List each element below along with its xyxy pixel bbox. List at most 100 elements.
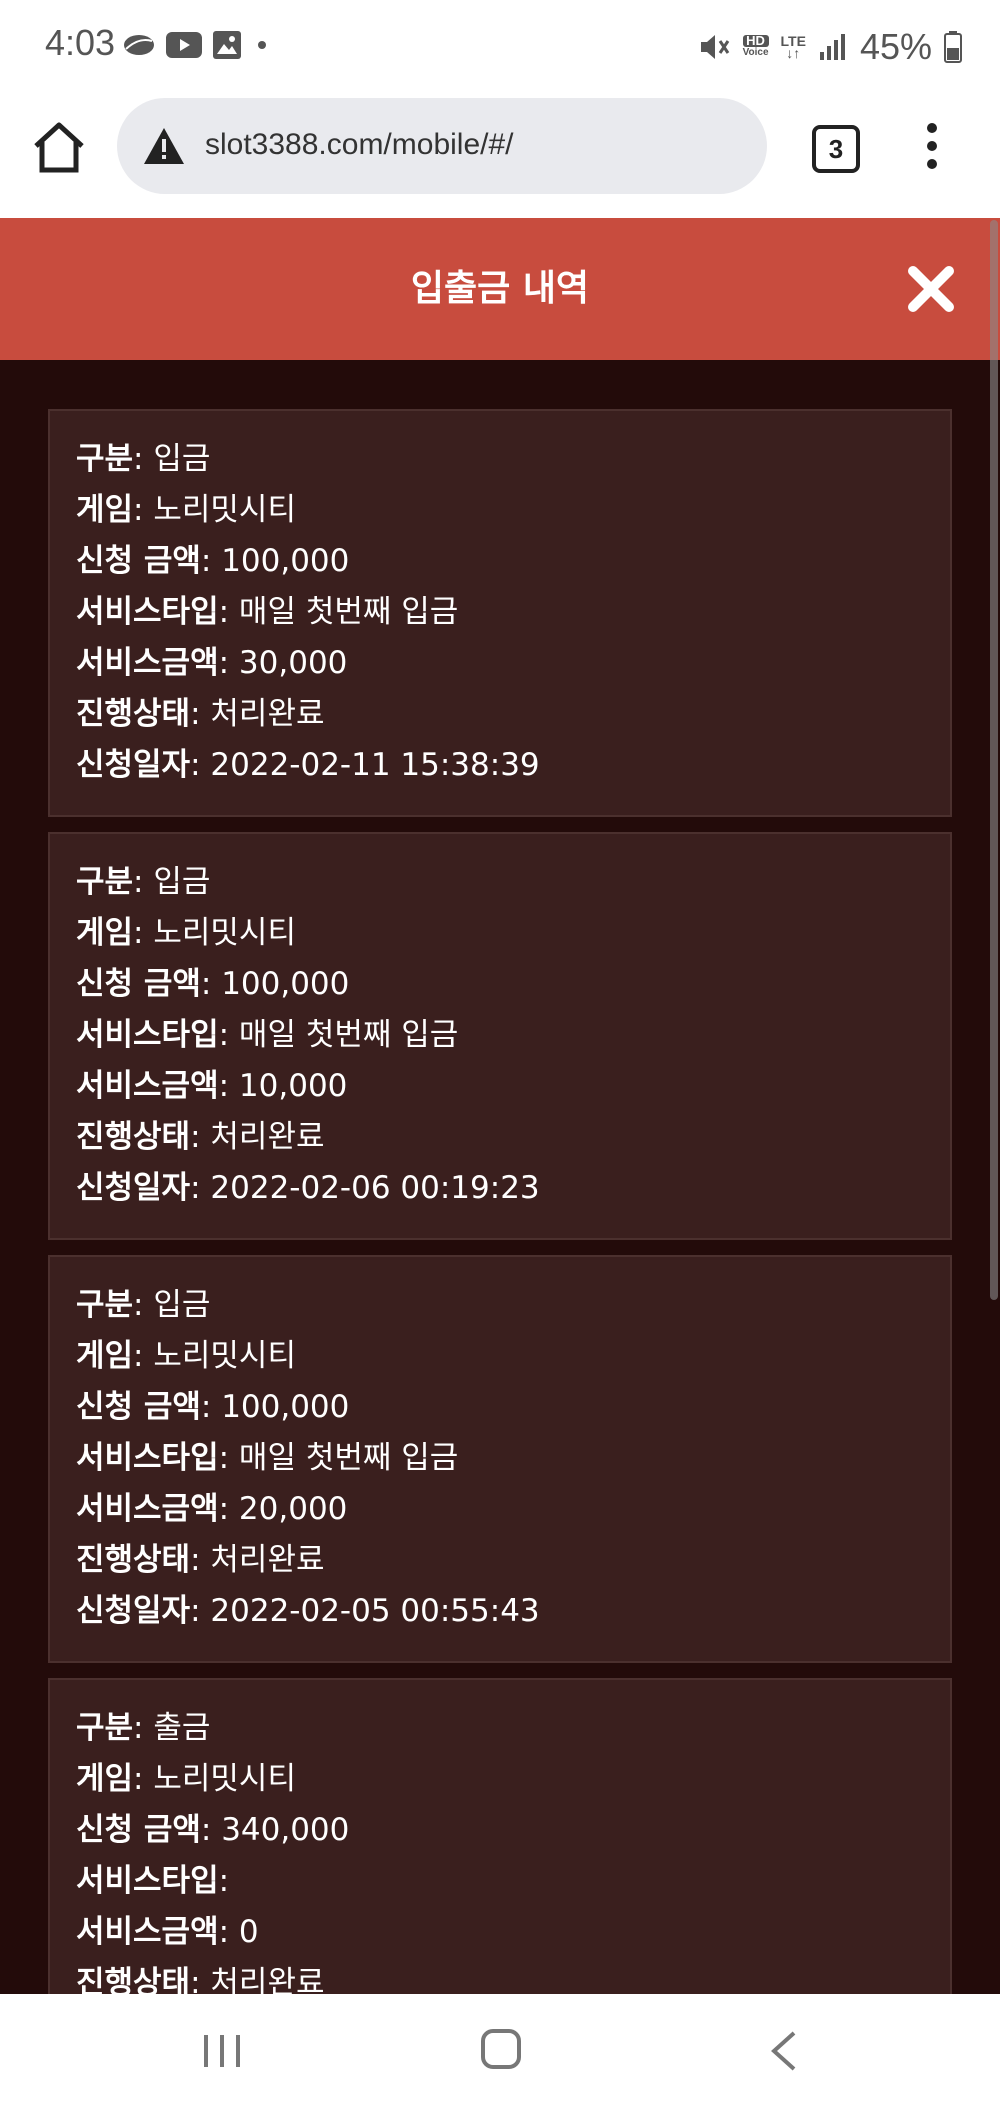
field-value: 2022-02-11 15:38:39 — [210, 747, 540, 783]
field-value: 100,000 — [221, 543, 350, 579]
home-nav-icon[interactable] — [481, 2029, 521, 2069]
field-value: 노리밋시티 — [153, 492, 296, 528]
field-label: 서비스금액 — [76, 645, 219, 681]
field-label: 게임 — [76, 1761, 134, 1797]
transaction-record: 구분: 입금 게임: 노리밋시티 신청 금액: 100,000 서비스타입: 매일 첫… — [48, 832, 952, 1240]
field-date: 신청일자: 2022-02-05 00:55:43 — [76, 1585, 540, 1630]
field-separator: : — [218, 1068, 239, 1104]
field-label: 신청 금액 — [76, 1389, 201, 1425]
status-time: 4:03 — [45, 22, 116, 63]
field-label: 신청 금액 — [76, 966, 201, 1002]
menu-dot — [927, 159, 937, 169]
field-label: 신청 금액 — [76, 1812, 201, 1848]
menu-dot — [927, 141, 937, 151]
home-icon[interactable] — [30, 118, 88, 176]
field-type: 구분: 입금 — [76, 433, 210, 478]
tab-switcher-button[interactable]: 3 — [812, 125, 860, 173]
field-separator: : — [190, 1593, 211, 1629]
field-label: 게임 — [76, 915, 134, 951]
field-game: 게임: 노리밋시티 — [76, 484, 296, 529]
field-value: 입금 — [153, 441, 211, 477]
field-amount: 신청 금액: 100,000 — [76, 535, 349, 580]
field-separator: : — [133, 492, 154, 528]
field-value: 처리완료 — [210, 1119, 325, 1155]
menu-dot — [927, 123, 937, 133]
field-value: 출금 — [153, 1710, 211, 1746]
field-game: 게임: 노리밋시티 — [76, 1330, 296, 1375]
modal-header: 입출금 내역 — [0, 218, 1000, 360]
browser-toolbar: slot3388.com/mobile/#/ 3 — [0, 95, 1000, 215]
field-amount: 신청 금액: 340,000 — [76, 1804, 349, 1849]
field-label: 서비스타입 — [76, 1017, 219, 1053]
field-service-type: 서비스타입: 매일 첫번째 입금 — [76, 1432, 458, 1477]
field-label: 게임 — [76, 1338, 134, 1374]
transaction-record: 구분: 입금게임: 노리밋시티신청 금액: 100,000 서비스타입: 매일 첫… — [48, 1255, 952, 1663]
field-date: 신청일자: 2022-02-11 15:38:39 — [76, 739, 540, 784]
transaction-list[interactable]: 구분: 입금 게임: 노리밋시티 신청 금액: 100,000 서비스타입: 매일 첫… — [0, 360, 1000, 1994]
field-label: 신청일자 — [76, 1593, 191, 1629]
field-separator: : — [133, 1287, 154, 1323]
field-label: 진행상태 — [76, 1119, 191, 1155]
warning-icon[interactable] — [142, 126, 186, 166]
overflow-menu-icon[interactable] — [920, 123, 944, 173]
field-label: 서비스타입 — [76, 1440, 219, 1476]
field-label: 신청 금액 — [76, 543, 201, 579]
field-value: 노리밋시티 — [153, 1338, 296, 1374]
signal-icon — [819, 34, 845, 60]
field-label: 구분 — [76, 1710, 134, 1746]
field-value: 340,000 — [221, 1812, 350, 1848]
field-separator: : — [218, 645, 239, 681]
url-text[interactable]: slot3388.com/mobile/#/ — [205, 128, 514, 162]
field-type: 구분: 출금 — [76, 1702, 210, 1747]
field-amount: 신청 금액: 100,000 — [76, 1381, 349, 1426]
battery-icon — [944, 31, 962, 63]
field-status: 진행상태: 처리완료 — [76, 1957, 325, 1994]
field-separator: : — [218, 1914, 239, 1950]
field-label: 진행상태 — [76, 1542, 191, 1578]
field-separator: : — [218, 1440, 239, 1476]
field-label: 서비스금액 — [76, 1068, 219, 1104]
field-value: 100,000 — [221, 1389, 350, 1425]
field-label: 서비스타입 — [76, 1863, 219, 1899]
field-service-amount: 서비스금액: 10,000 — [76, 1060, 347, 1105]
field-label: 진행상태 — [76, 696, 191, 732]
field-separator: : — [133, 441, 154, 477]
field-separator: : — [200, 543, 222, 579]
field-separator: : — [133, 1761, 154, 1797]
hd-voice-icon: HD Voice — [742, 34, 769, 59]
field-value: 0 — [238, 1914, 259, 1950]
modal-title: 입출금 내역 — [410, 268, 590, 309]
field-label: 신청일자 — [76, 1170, 191, 1206]
battery-percent: 45% — [859, 26, 932, 67]
transaction-record: 구분: 출금 게임: 노리밋시티 신청 금액: 340,000 서비스타입: 서비스금… — [48, 1678, 952, 1994]
field-service-type: 서비스타입: — [76, 1855, 229, 1900]
mute-icon — [700, 35, 729, 59]
back-icon[interactable] — [768, 2029, 798, 2073]
field-label: 서비스타입 — [76, 594, 219, 630]
field-separator: : — [190, 696, 211, 732]
field-value: 매일 첫번째 입금 — [238, 1017, 459, 1053]
field-separator: : — [133, 864, 154, 900]
leaf-notification-icon — [124, 35, 154, 55]
recent-apps-icon[interactable] — [202, 2033, 242, 2069]
field-separator: : — [200, 966, 222, 1002]
field-label: 구분 — [76, 441, 134, 477]
field-value: 처리완료 — [210, 1965, 325, 1994]
lte-icon: LTE ↓↑ — [781, 34, 806, 60]
field-label: 신청일자 — [76, 747, 191, 783]
scrollbar[interactable] — [990, 220, 998, 1300]
field-separator: : — [190, 747, 211, 783]
field-type: 구분: 입금 — [76, 1279, 210, 1324]
field-value: 10,000 — [238, 1068, 348, 1104]
field-game: 게임: 노리밋시티 — [76, 907, 296, 952]
field-separator: : — [200, 1812, 222, 1848]
field-value: 입금 — [153, 864, 211, 900]
field-value: 20,000 — [238, 1491, 348, 1527]
close-icon[interactable] — [905, 263, 957, 315]
address-bar[interactable]: slot3388.com/mobile/#/ — [117, 98, 767, 194]
voice-label: Voice — [742, 47, 769, 58]
field-date: 신청일자: 2022-02-06 00:19:23 — [76, 1162, 540, 1207]
notification-icons — [122, 30, 272, 60]
gallery-notification-icon — [213, 31, 241, 59]
transaction-record: 구분: 입금 게임: 노리밋시티 신청 금액: 100,000 서비스타입: 매일 첫… — [48, 409, 952, 817]
